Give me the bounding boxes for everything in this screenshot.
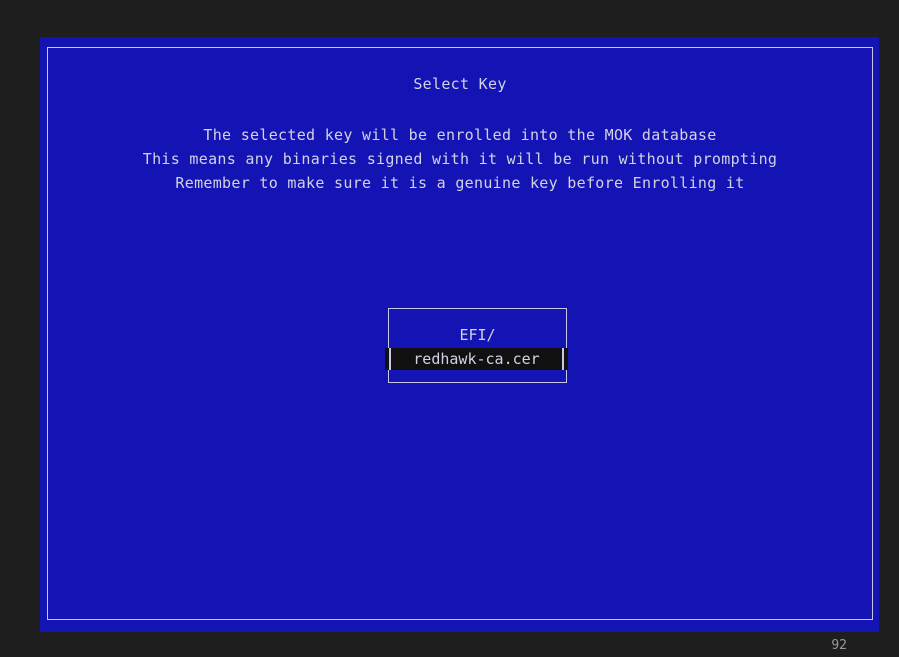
- dialog-title: Select Key: [413, 75, 507, 93]
- page-number: 92: [831, 638, 847, 653]
- dialog-frame: Select Key The selected key will be enro…: [47, 47, 873, 620]
- message-line-1: The selected key will be enrolled into t…: [203, 126, 717, 144]
- file-select-menu: EFI/ redhawk-ca.cer: [385, 308, 568, 383]
- mok-manager-screen: Select Key The selected key will be enro…: [40, 37, 879, 632]
- message-line-3: Remember to make sure it is a genuine ke…: [175, 174, 745, 192]
- message-line-2: This means any binaries signed with it w…: [142, 150, 778, 168]
- menu-item-efi-directory[interactable]: EFI/: [389, 325, 566, 345]
- menu-item-redhawk-ca-cer[interactable]: redhawk-ca.cer: [385, 348, 568, 370]
